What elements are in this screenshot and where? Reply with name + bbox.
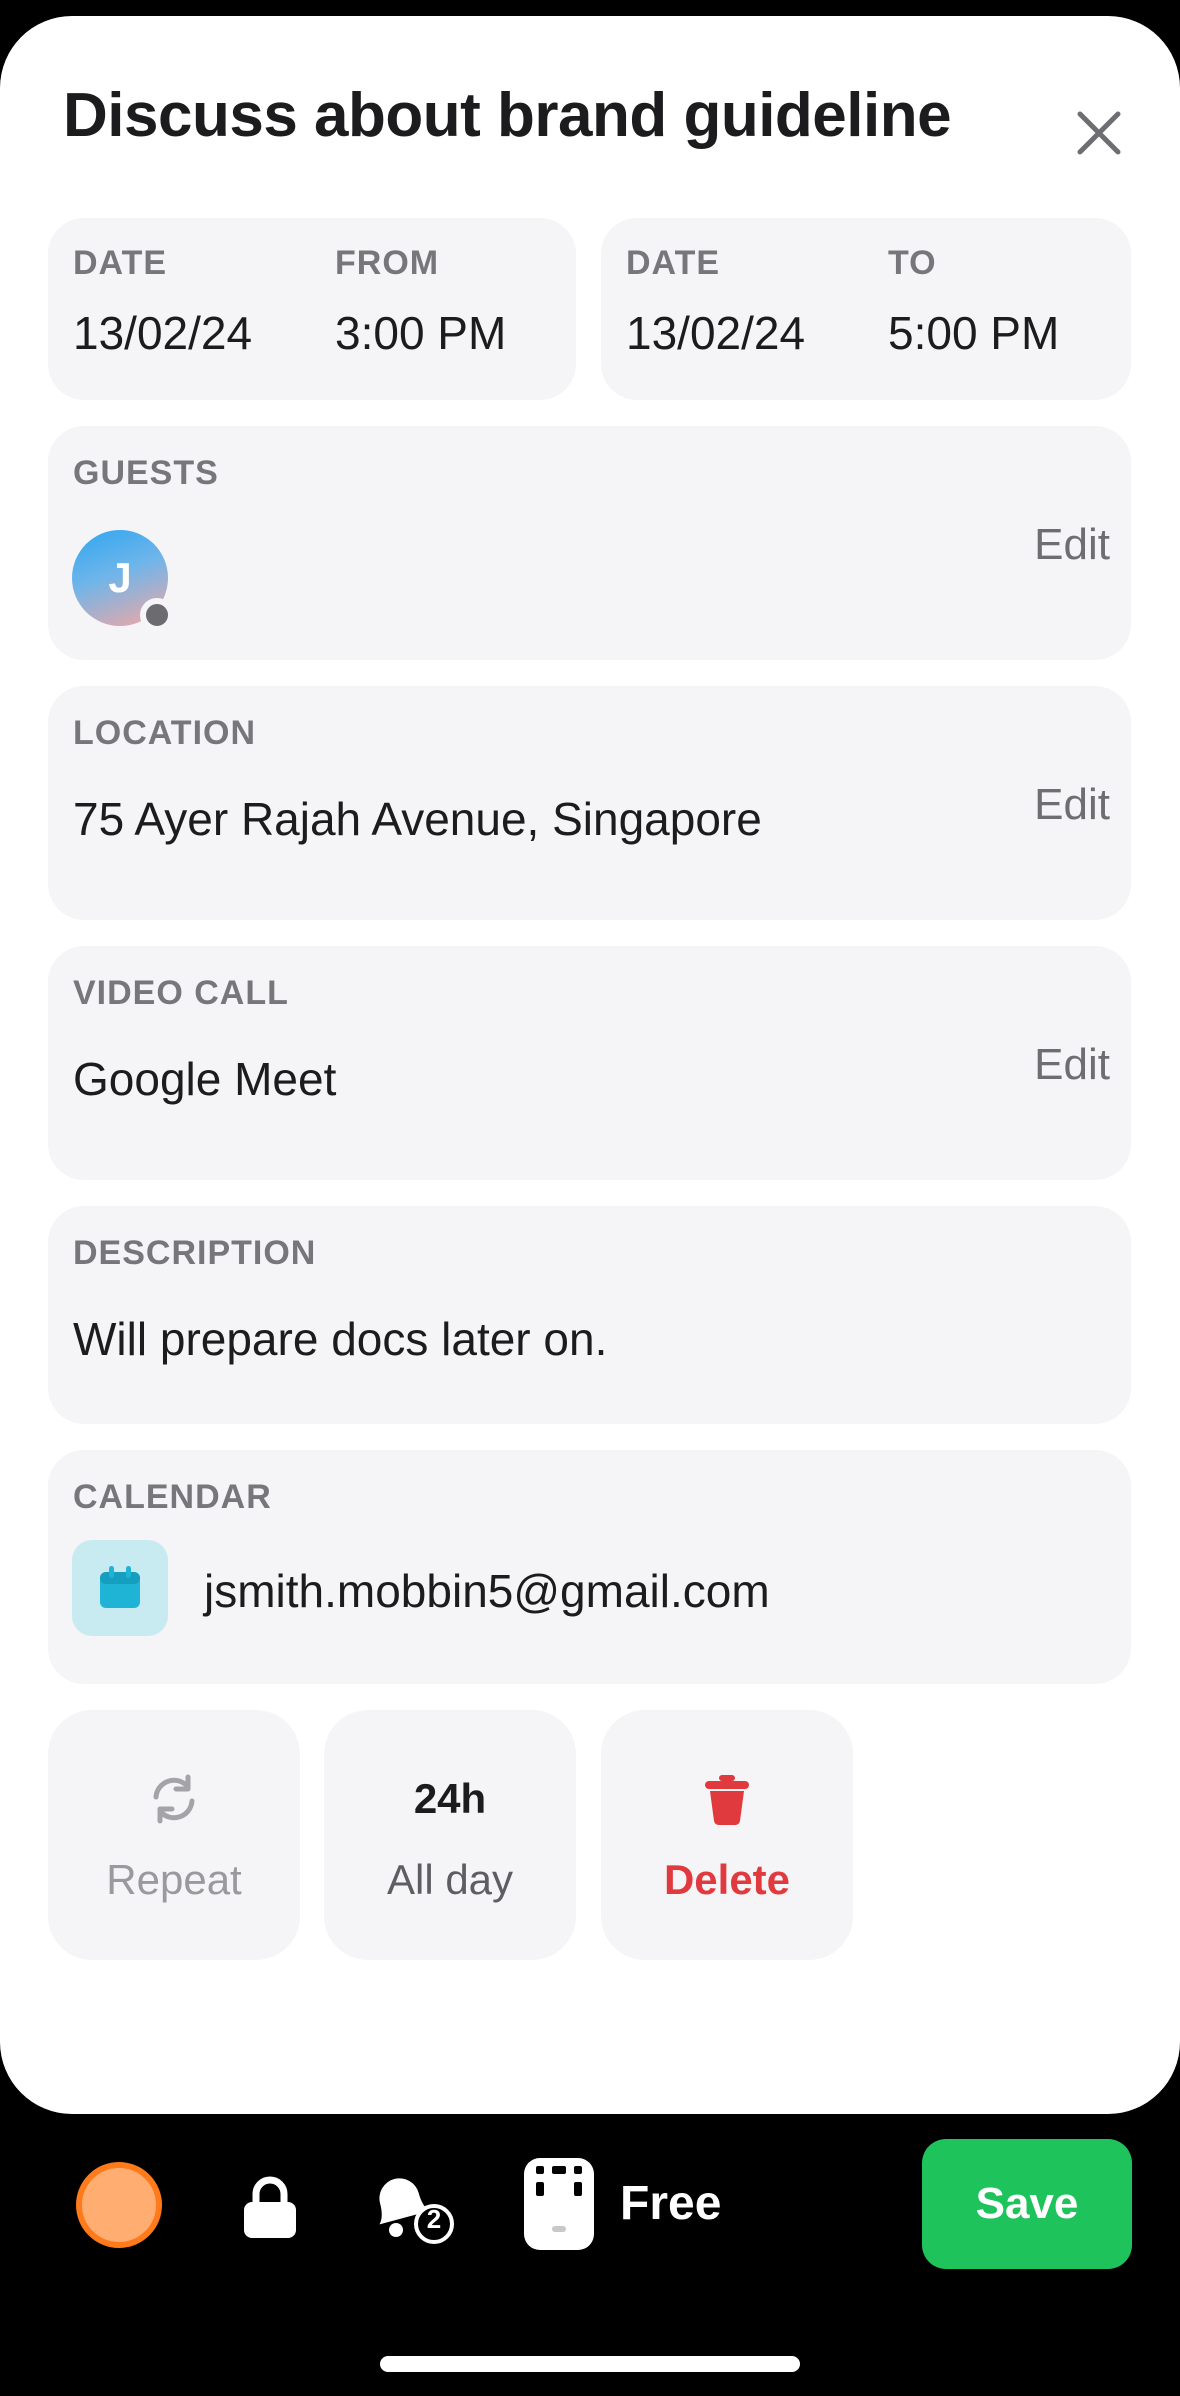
event-color-button[interactable]	[76, 2162, 162, 2248]
all-day-button[interactable]: 24h All day	[324, 1710, 576, 1960]
calendar-icon-box	[72, 1540, 168, 1636]
delete-button[interactable]: Delete	[601, 1710, 853, 1960]
end-time-value[interactable]: 5:00 PM	[888, 306, 1059, 360]
video-call-edit-button[interactable]: Edit	[1034, 1040, 1110, 1090]
start-date-label: DATE	[73, 244, 168, 282]
guests-edit-button[interactable]: Edit	[1034, 520, 1110, 570]
end-date-value[interactable]: 13/02/24	[626, 306, 805, 360]
trash-icon	[705, 1775, 749, 1825]
calendar-label: CALENDAR	[73, 1478, 272, 1516]
all-day-badge: 24h	[413, 1775, 487, 1822]
notification-count: 2	[426, 2204, 442, 2234]
all-day-label: All day	[386, 1856, 514, 1903]
close-icon	[1077, 111, 1121, 155]
location-edit-button[interactable]: Edit	[1034, 780, 1110, 830]
location-value: 75 Ayer Rajah Avenue, Singapore	[73, 793, 762, 845]
lock-icon[interactable]	[240, 2174, 300, 2240]
availability-label[interactable]: Free	[620, 2176, 721, 2231]
busy-free-icon[interactable]	[522, 2156, 596, 2252]
end-date-label: DATE	[626, 244, 721, 282]
description-label: DESCRIPTION	[73, 1234, 317, 1272]
guests-label: GUESTS	[73, 454, 219, 492]
close-button[interactable]	[1064, 98, 1134, 168]
repeat-label: Repeat	[106, 1856, 242, 1903]
delete-label: Delete	[663, 1856, 791, 1903]
start-time-value[interactable]: 3:00 PM	[335, 306, 506, 360]
description-value[interactable]: Will prepare docs later on.	[73, 1312, 607, 1366]
video-call-value: Google Meet	[73, 1053, 337, 1105]
home-indicator[interactable]	[380, 2356, 800, 2372]
video-call-label: VIDEO CALL	[73, 974, 289, 1012]
start-time-label: FROM	[335, 244, 440, 282]
repeat-button[interactable]: Repeat	[48, 1710, 300, 1960]
guest-status-dot	[140, 598, 174, 632]
calendar-icon	[100, 1566, 140, 1608]
guest-avatar-initial: J	[108, 554, 132, 601]
save-button[interactable]: Save	[922, 2139, 1132, 2269]
event-title[interactable]: Discuss about brand guideline	[63, 80, 952, 151]
start-date-value[interactable]: 13/02/24	[73, 306, 252, 360]
end-time-label: TO	[888, 244, 937, 282]
calendar-account: jsmith.mobbin5@gmail.com	[204, 1565, 770, 1617]
location-label: LOCATION	[73, 714, 257, 752]
repeat-icon	[153, 1774, 195, 1824]
